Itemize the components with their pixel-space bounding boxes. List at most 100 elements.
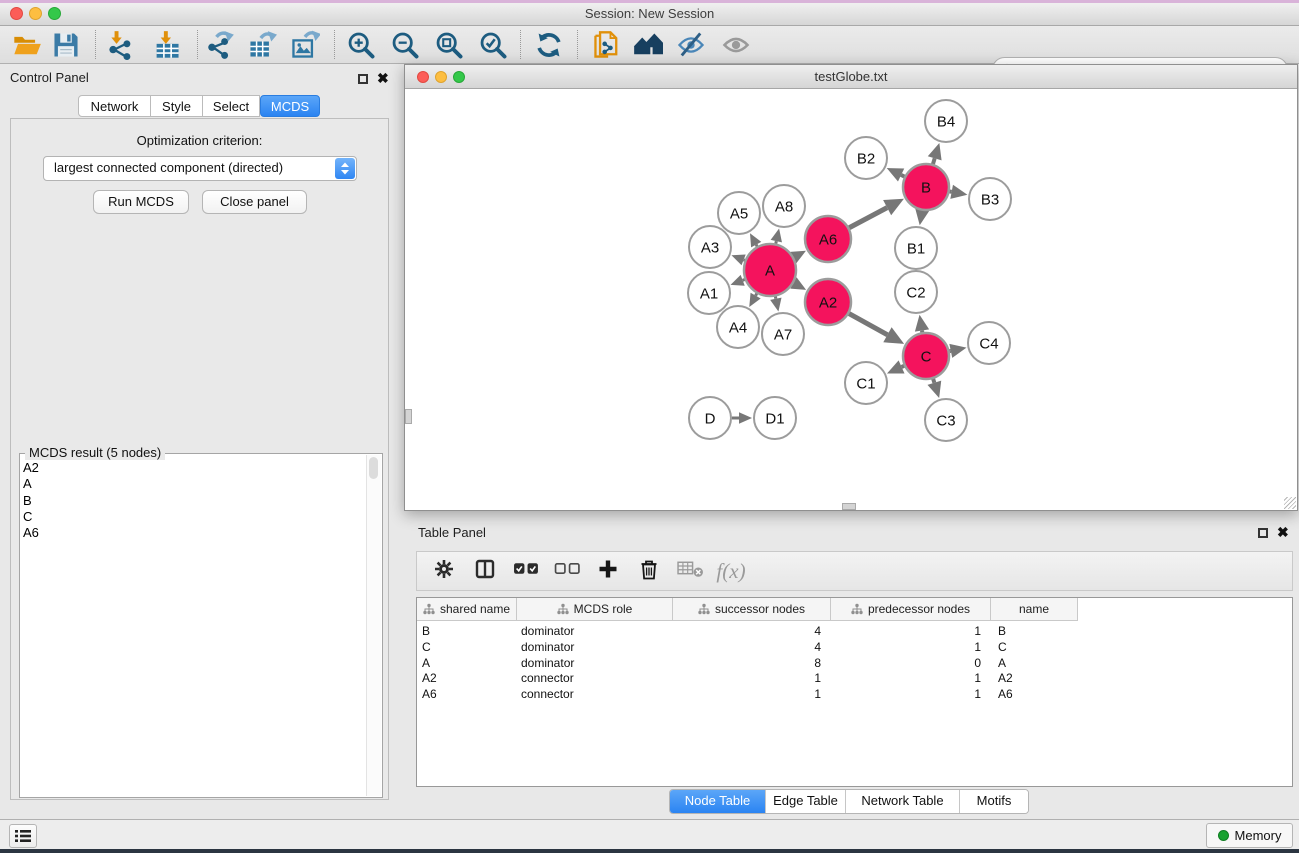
table-cell[interactable]: A6 <box>998 686 1013 702</box>
table-cell[interactable]: connector <box>521 670 574 686</box>
mcds-result-scrollbar[interactable] <box>366 455 381 796</box>
apply-layout-button[interactable] <box>534 30 564 60</box>
column-header-MCDS-role[interactable]: MCDS role <box>517 598 673 621</box>
edge-A-A8[interactable] <box>776 241 777 243</box>
table-cell[interactable]: A2 <box>998 670 1013 686</box>
node-A8[interactable]: A8 <box>763 185 805 227</box>
node-A4[interactable]: A4 <box>717 306 759 348</box>
table-cell[interactable]: 1 <box>831 670 981 686</box>
export-network-button[interactable] <box>205 30 235 60</box>
network-graph[interactable]: B4B2BB3A8A5A6A3B1AA1C2A2A4A7CC4C1C3DD1 <box>405 89 1297 510</box>
edge-A-A5[interactable] <box>756 245 757 247</box>
table-cell[interactable]: A <box>998 655 1006 671</box>
tab-node-table[interactable]: Node Table <box>670 790 765 813</box>
table-cell[interactable]: 0 <box>831 655 981 671</box>
export-image-button[interactable] <box>290 30 320 60</box>
table-cell[interactable]: 1 <box>831 686 981 702</box>
mcds-result-item[interactable]: C <box>23 509 366 525</box>
column-header-shared-name[interactable]: shared name <box>417 598 517 621</box>
tab-select[interactable]: Select <box>203 95 260 117</box>
node-A1[interactable]: A1 <box>688 272 730 314</box>
birdseye-splitter-handle[interactable] <box>405 409 412 424</box>
mcds-result-item[interactable]: A6 <box>23 525 366 541</box>
tab-style[interactable]: Style <box>151 95 203 117</box>
node-C3[interactable]: C3 <box>925 399 967 441</box>
criterion-dropdown[interactable]: largest connected component (directed) <box>43 156 357 181</box>
table-cell[interactable]: A2 <box>422 670 437 686</box>
table-cell[interactable]: B <box>998 623 1006 639</box>
tab-motifs[interactable]: Motifs <box>959 790 1028 813</box>
zoom-selected-button[interactable] <box>478 30 508 60</box>
network-file-button[interactable] <box>592 30 622 60</box>
mcds-result-list[interactable]: A2ABCA6 <box>23 460 366 794</box>
mcds-result-item[interactable]: A2 <box>23 460 366 476</box>
column-header-predecessor-nodes[interactable]: predecessor nodes <box>831 598 991 621</box>
table-cell[interactable]: dominator <box>521 623 574 639</box>
table-cell[interactable]: B <box>422 623 430 639</box>
import-table-button[interactable] <box>152 30 182 60</box>
window-resize-grip[interactable] <box>1284 497 1296 509</box>
edge-A2-C[interactable] <box>849 314 887 335</box>
mcds-result-item[interactable]: A <box>23 476 366 492</box>
add-row-button[interactable] <box>595 559 621 583</box>
close-panel-button[interactable]: Close panel <box>202 190 307 214</box>
node-D[interactable]: D <box>689 397 731 439</box>
table-cell[interactable]: dominator <box>521 655 574 671</box>
table-cell[interactable]: 1 <box>831 639 981 655</box>
column-header-name[interactable]: name <box>991 598 1078 621</box>
node-A3[interactable]: A3 <box>689 226 731 268</box>
table-cell[interactable]: A <box>422 655 430 671</box>
node-B1[interactable]: B1 <box>895 227 937 269</box>
node-C[interactable]: C <box>903 333 949 379</box>
zoom-out-button[interactable] <box>390 30 420 60</box>
network-window-titlebar[interactable]: testGlobe.txt <box>405 65 1297 89</box>
table-cell[interactable]: 4 <box>673 623 821 639</box>
table-cell[interactable]: 4 <box>673 639 821 655</box>
node-table[interactable]: shared nameMCDS rolesuccessor nodesprede… <box>416 597 1293 787</box>
zoom-fit-button[interactable] <box>434 30 464 60</box>
node-C4[interactable]: C4 <box>968 322 1010 364</box>
delete-column-button[interactable] <box>636 559 662 583</box>
control-panel-close-button[interactable]: ✖ <box>377 72 389 84</box>
table-cell[interactable]: 1 <box>831 623 981 639</box>
table-cell[interactable]: dominator <box>521 639 574 655</box>
run-mcds-button[interactable]: Run MCDS <box>93 190 189 214</box>
edge-A-A4[interactable] <box>756 294 757 296</box>
node-D1[interactable]: D1 <box>754 397 796 439</box>
hide-selected-button[interactable] <box>676 30 706 60</box>
memory-button[interactable]: Memory <box>1206 823 1293 848</box>
node-A5[interactable]: A5 <box>718 192 760 234</box>
table-panel-float-button[interactable] <box>1258 528 1268 538</box>
edge-C-C3[interactable] <box>933 379 934 383</box>
table-cell[interactable]: 1 <box>673 686 821 702</box>
node-B2[interactable]: B2 <box>845 137 887 179</box>
node-C1[interactable]: C1 <box>845 362 887 404</box>
tab-network[interactable]: Network <box>78 95 151 117</box>
node-A2[interactable]: A2 <box>805 279 851 325</box>
open-session-button[interactable] <box>12 30 42 60</box>
task-history-button[interactable] <box>9 824 37 848</box>
import-network-button[interactable] <box>105 30 135 60</box>
table-cell[interactable]: A6 <box>422 686 437 702</box>
table-panel-close-button[interactable]: ✖ <box>1277 526 1289 538</box>
show-all-button[interactable] <box>721 30 751 60</box>
table-cell[interactable]: C <box>998 639 1007 655</box>
node-A[interactable]: A <box>744 244 796 296</box>
node-B3[interactable]: B3 <box>969 178 1011 220</box>
column-header-successor-nodes[interactable]: successor nodes <box>673 598 831 621</box>
settings-button[interactable] <box>431 559 457 583</box>
tab-network-table[interactable]: Network Table <box>845 790 959 813</box>
node-A7[interactable]: A7 <box>762 313 804 355</box>
control-panel-float-button[interactable] <box>358 74 368 84</box>
node-C2[interactable]: C2 <box>895 271 937 313</box>
node-B4[interactable]: B4 <box>925 100 967 142</box>
select-all-button[interactable] <box>513 559 539 583</box>
zoom-in-button[interactable] <box>346 30 376 60</box>
node-A6[interactable]: A6 <box>805 216 851 262</box>
titlebar[interactable]: Session: New Session <box>0 3 1299 26</box>
table-cell[interactable]: 8 <box>673 655 821 671</box>
bottom-splitter-handle[interactable] <box>842 503 856 510</box>
tab-mcds[interactable]: MCDS <box>260 95 320 117</box>
edge-A-A1[interactable] <box>743 280 745 281</box>
tab-edge-table[interactable]: Edge Table <box>765 790 845 813</box>
